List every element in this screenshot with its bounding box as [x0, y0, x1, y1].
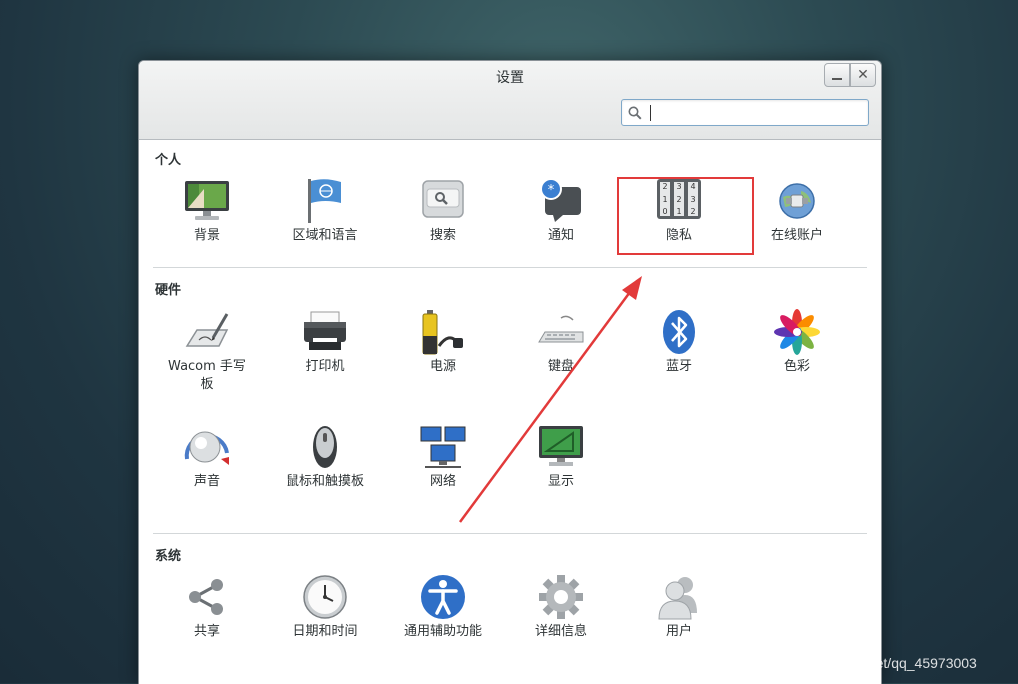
title-bar[interactable]: 设置 ✕ [139, 61, 881, 140]
text-caret [650, 105, 651, 121]
users-icon [658, 577, 697, 620]
panel-item-network[interactable]: 网络 [388, 423, 498, 523]
settings-window: 设置 ✕ 个人 背景 区域和语言 搜索 * 通知 2 3 4 1 2 3 0 1… [138, 60, 882, 684]
panel-item-background[interactable]: 背景 [152, 177, 262, 277]
panel-item-date-time[interactable]: 日期和时间 [270, 573, 380, 673]
printer-icon [304, 311, 346, 350]
panel-item-online-accounts[interactable]: 在线账户 [742, 177, 852, 277]
close-icon: ✕ [857, 67, 869, 83]
settings-panel: 个人 背景 区域和语言 搜索 * 通知 2 3 4 1 2 3 0 1 2 隐私… [139, 140, 881, 684]
panel-item-notifications[interactable]: * 通知 [506, 177, 616, 277]
keyboard-icon [538, 315, 584, 343]
section-title-system: 系统 [155, 549, 182, 564]
panel-label: 键盘 [547, 359, 574, 374]
notification-icon: * [540, 178, 581, 222]
mouse-icon [313, 426, 337, 468]
panel-label: 搜索 [429, 228, 456, 243]
panel-label: 共享 [193, 624, 220, 639]
flag-icon [308, 179, 341, 223]
panel-label: 区域和语言 [292, 228, 358, 243]
svg-text:*: * [548, 183, 555, 198]
search-input[interactable] [648, 103, 860, 122]
panel-item-sound[interactable]: 声音 [152, 423, 262, 523]
color-icon [774, 309, 820, 355]
panel-label: 背景 [193, 228, 220, 243]
section-title-hardware: 硬件 [155, 283, 182, 298]
panel-label: 通知 [547, 228, 574, 243]
panel-item-power[interactable]: 电源 [388, 308, 498, 408]
panel-label: 用户 [665, 624, 692, 639]
panel-item-accessibility[interactable]: 通用辅助功能 [388, 573, 498, 673]
minimize-icon [832, 78, 842, 80]
panel-label: Wacom 手写板 [168, 359, 246, 392]
bluetooth-icon [663, 310, 695, 354]
accessibility-icon [421, 575, 465, 619]
window-title: 设置 [496, 70, 524, 86]
section-divider [153, 267, 867, 268]
panel-label: 鼠标和触摸板 [285, 474, 364, 489]
network-icon [420, 426, 466, 468]
sound-icon [184, 431, 229, 465]
tablet-icon [185, 313, 229, 347]
panel-label: 打印机 [305, 359, 345, 374]
panel-item-region-language[interactable]: 区域和语言 [270, 177, 380, 277]
panel-item-search[interactable]: 搜索 [388, 177, 498, 277]
panel-label: 通用辅助功能 [403, 624, 482, 639]
minimize-button[interactable] [824, 63, 850, 87]
panel-item-sharing[interactable]: 共享 [152, 573, 262, 673]
panel-label: 色彩 [783, 359, 810, 374]
panel-label: 蓝牙 [665, 359, 692, 374]
background-icon [185, 181, 229, 220]
panel-item-printer[interactable]: 打印机 [270, 308, 380, 408]
section-title-personal: 个人 [155, 153, 182, 168]
watermark-text: https://blog.csdn.net/qq_45973003 [762, 655, 977, 671]
panel-item-bluetooth[interactable]: 蓝牙 [624, 308, 734, 408]
panel-item-details[interactable]: 详细信息 [506, 573, 616, 673]
panel-label: 电源 [429, 359, 456, 374]
panel-label: 日期和时间 [292, 624, 358, 639]
search-icon [422, 180, 464, 218]
panel-label: 声音 [193, 474, 220, 489]
panel-label: 详细信息 [534, 624, 587, 639]
panel-item-wacom[interactable]: Wacom 手写板 [152, 308, 262, 408]
section-divider [153, 533, 867, 534]
panel-item-keyboard[interactable]: 键盘 [506, 308, 616, 408]
panel-label: 网络 [429, 474, 456, 489]
display-icon [539, 426, 583, 466]
share-icon [189, 579, 223, 615]
panel-label: 显示 [547, 474, 574, 489]
annotation-highlight-box [617, 177, 754, 255]
search-field[interactable] [621, 99, 869, 126]
power-icon [422, 310, 463, 355]
panel-item-display[interactable]: 显示 [506, 423, 616, 523]
panel-item-mouse-touchpad[interactable]: 鼠标和触摸板 [270, 423, 380, 523]
clock-icon [303, 575, 347, 619]
online-accounts-icon [779, 183, 815, 219]
close-button[interactable]: ✕ [850, 63, 876, 87]
panel-label: 在线账户 [770, 228, 823, 243]
magnifier-icon [628, 106, 642, 120]
gear-icon [539, 575, 583, 619]
panel-item-users[interactable]: 用户 [624, 573, 734, 673]
panel-item-color[interactable]: 色彩 [742, 308, 852, 408]
